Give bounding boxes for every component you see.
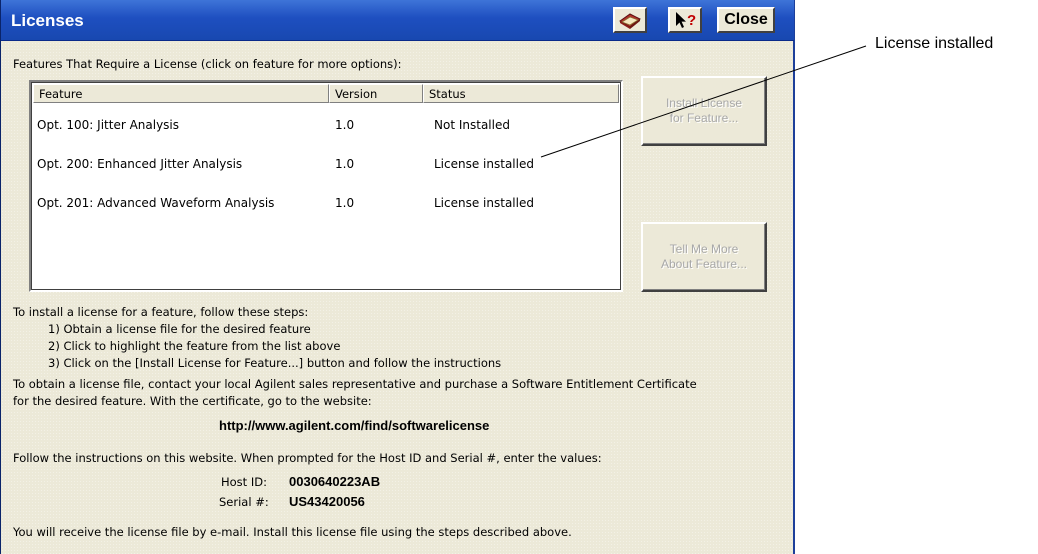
callout-leader-line [540, 45, 867, 158]
callout-label: License installed [875, 35, 994, 52]
